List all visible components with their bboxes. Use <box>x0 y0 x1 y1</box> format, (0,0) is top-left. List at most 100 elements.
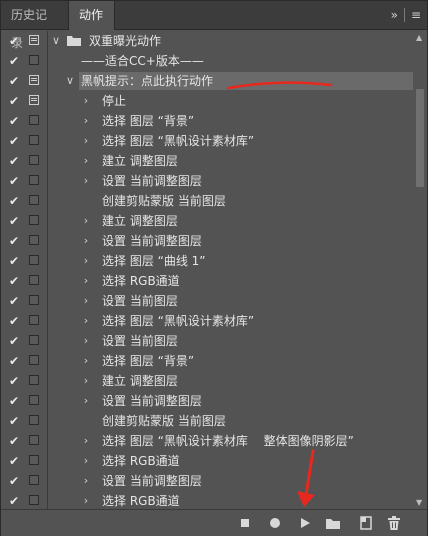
expand-chevron-right-icon[interactable]: › <box>81 153 91 169</box>
toggle-check-icon[interactable]: ✔ <box>7 53 21 69</box>
toggle-check-icon[interactable]: ✔ <box>7 333 21 349</box>
folder-icon[interactable] <box>325 515 341 531</box>
stop-icon[interactable] <box>237 515 253 531</box>
expand-chevron-right-icon[interactable]: › <box>81 213 91 229</box>
action-step-row[interactable]: ✔ › 建立 调整图层 <box>1 151 413 171</box>
action-step-row[interactable]: ✔ › 选择 图层 “黑帆设计素材库” <box>1 131 413 151</box>
expand-chevron-down-icon[interactable]: ∨ <box>51 33 61 49</box>
play-icon[interactable] <box>297 515 313 531</box>
expand-chevron-right-icon[interactable]: › <box>81 133 91 149</box>
toggle-check-icon[interactable]: ✔ <box>7 93 21 109</box>
action-step-row[interactable]: ✔ › 选择 RGB通道 <box>1 271 413 291</box>
scroll-down-icon[interactable]: ▼ <box>416 498 422 507</box>
toggle-check-icon[interactable]: ✔ <box>7 253 21 269</box>
dialog-toggle-icon[interactable] <box>29 155 39 165</box>
expand-chevron-right-icon[interactable]: › <box>81 473 91 489</box>
expand-chevron-down-icon[interactable]: ∨ <box>65 73 75 89</box>
toggle-check-icon[interactable]: ✔ <box>7 493 21 509</box>
toggle-check-icon[interactable]: ✔ <box>7 153 21 169</box>
dialog-toggle-icon[interactable] <box>29 135 39 145</box>
toggle-check-icon[interactable]: ✔ <box>7 133 21 149</box>
expand-chevron-right-icon[interactable]: › <box>81 233 91 249</box>
dialog-toggle-icon[interactable] <box>29 335 39 345</box>
action-step-row[interactable]: ✔ › 建立 调整图层 <box>1 211 413 231</box>
dialog-toggle-icon[interactable] <box>29 235 39 245</box>
expand-chevron-right-icon[interactable]: › <box>81 273 91 289</box>
scroll-thumb[interactable] <box>416 89 424 187</box>
expand-chevron-right-icon[interactable]: › <box>81 453 91 469</box>
dialog-toggle-icon[interactable] <box>29 295 39 305</box>
toggle-check-icon[interactable]: ✔ <box>7 233 21 249</box>
expand-chevron-right-icon[interactable]: › <box>81 433 91 449</box>
toggle-check-icon[interactable]: ✔ <box>7 293 21 309</box>
action-step-row[interactable]: ✔ 创建剪贴蒙版 当前图层 <box>1 411 413 431</box>
hamburger-menu-icon[interactable]: ≡ <box>411 8 421 22</box>
dialog-toggle-icon[interactable] <box>29 475 39 485</box>
dialog-toggle-icon[interactable] <box>29 395 39 405</box>
dialog-toggle-icon[interactable] <box>29 375 39 385</box>
toggle-check-icon[interactable]: ✔ <box>7 73 21 89</box>
toggle-check-icon[interactable]: ✔ <box>7 213 21 229</box>
action-step-row[interactable]: ✔ › 建立 调整图层 <box>1 371 413 391</box>
toggle-check-icon[interactable]: ✔ <box>7 113 21 129</box>
new-action-icon[interactable] <box>358 515 374 531</box>
toggle-check-icon[interactable]: ✔ <box>7 453 21 469</box>
dialog-toggle-icon[interactable] <box>29 415 39 425</box>
expand-chevron-right-icon[interactable]: › <box>81 493 91 509</box>
action-step-row[interactable]: ✔ › 选择 图层 “曲线 1” <box>1 251 413 271</box>
dialog-toggle-icon[interactable] <box>29 275 39 285</box>
action-step-row[interactable]: ✔ › 选择 图层 “背景” <box>1 111 413 131</box>
dialog-toggle-icon[interactable] <box>29 75 39 85</box>
expand-chevron-right-icon[interactable]: › <box>81 353 91 369</box>
dialog-toggle-icon[interactable] <box>29 35 39 45</box>
tab-history[interactable]: 历史记录 <box>1 1 69 50</box>
toggle-check-icon[interactable]: ✔ <box>7 313 21 329</box>
dialog-toggle-icon[interactable] <box>29 495 39 505</box>
expand-chevron-right-icon[interactable]: › <box>81 93 91 109</box>
action-step-row[interactable]: ✔ 创建剪贴蒙版 当前图层 <box>1 191 413 211</box>
expand-chevron-right-icon[interactable]: › <box>81 313 91 329</box>
action-step-row[interactable]: ✔ › 选择 RGB通道 <box>1 451 413 471</box>
expand-chevron-right-icon[interactable]: › <box>81 333 91 349</box>
action-step-row[interactable]: ✔ › 设置 当前调整图层 <box>1 391 413 411</box>
trash-icon[interactable] <box>386 515 402 531</box>
dialog-toggle-icon[interactable] <box>29 255 39 265</box>
toggle-check-icon[interactable]: ✔ <box>7 173 21 189</box>
action-row[interactable]: ✔ ∨ 黑帆提示：点此执行动作 <box>1 71 413 91</box>
action-step-row[interactable]: ✔ › 设置 当前图层 <box>1 331 413 351</box>
action-row[interactable]: ✔ ——适合CC+版本—— <box>1 51 413 71</box>
toggle-check-icon[interactable]: ✔ <box>7 473 21 489</box>
action-step-row[interactable]: ✔ › 设置 当前图层 <box>1 291 413 311</box>
toggle-check-icon[interactable]: ✔ <box>7 273 21 289</box>
toggle-check-icon[interactable]: ✔ <box>7 433 21 449</box>
dialog-toggle-icon[interactable] <box>29 195 39 205</box>
action-set-row[interactable]: ✔ ∨ 双重曝光动作 <box>1 31 413 51</box>
action-step-row[interactable]: ✔ › 设置 当前调整图层 <box>1 171 413 191</box>
expand-chevron-right-icon[interactable]: › <box>81 173 91 189</box>
toggle-check-icon[interactable]: ✔ <box>7 353 21 369</box>
toggle-check-icon[interactable]: ✔ <box>7 393 21 409</box>
action-step-row[interactable]: ✔ › 选择 RGB通道 <box>1 491 413 509</box>
toggle-check-icon[interactable]: ✔ <box>7 373 21 389</box>
scroll-up-icon[interactable]: ▲ <box>416 33 422 42</box>
expand-chevron-right-icon[interactable]: › <box>81 113 91 129</box>
dialog-toggle-icon[interactable] <box>29 115 39 125</box>
toggle-check-icon[interactable]: ✔ <box>7 33 21 49</box>
expand-chevron-right-icon[interactable]: › <box>81 293 91 309</box>
dialog-toggle-icon[interactable] <box>29 315 39 325</box>
tab-actions[interactable]: 动作 <box>69 1 115 30</box>
action-step-row[interactable]: ✔ › 选择 图层 “黑帆设计素材库 整体图像阴影层” <box>1 431 413 451</box>
action-step-row[interactable]: ✔ › 选择 图层 “背景” <box>1 351 413 371</box>
double-chevron-right-icon[interactable]: » <box>391 8 398 22</box>
expand-chevron-right-icon[interactable]: › <box>81 373 91 389</box>
action-step-row[interactable]: ✔ › 设置 当前调整图层 <box>1 471 413 491</box>
action-step-row[interactable]: ✔ › 停止 <box>1 91 413 111</box>
dialog-toggle-icon[interactable] <box>29 455 39 465</box>
dialog-toggle-icon[interactable] <box>29 175 39 185</box>
dialog-toggle-icon[interactable] <box>29 215 39 225</box>
expand-chevron-right-icon[interactable]: › <box>81 253 91 269</box>
action-step-row[interactable]: ✔ › 选择 图层 “黑帆设计素材库” <box>1 311 413 331</box>
dialog-toggle-icon[interactable] <box>29 355 39 365</box>
scrollbar[interactable]: ▲ ▼ <box>413 31 427 509</box>
dialog-toggle-icon[interactable] <box>29 95 39 105</box>
